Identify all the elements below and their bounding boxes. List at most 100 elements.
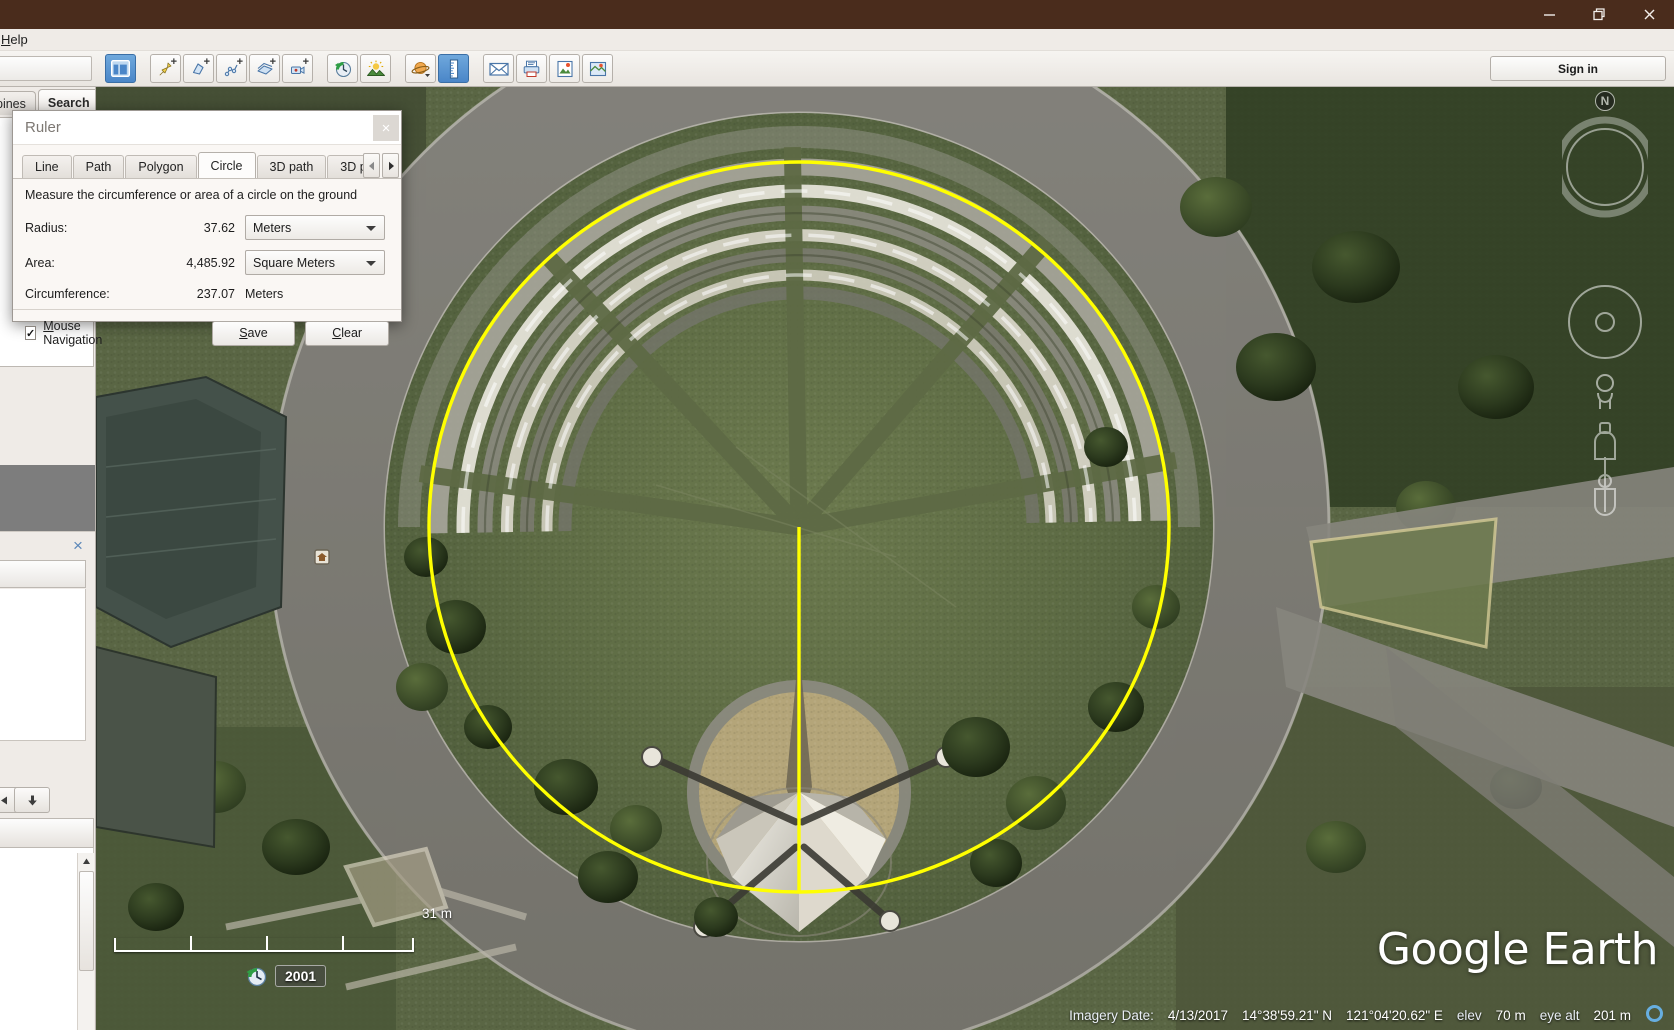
triangle-up-icon [83,858,90,864]
planet-icon [411,61,430,77]
print-button[interactable] [516,54,547,83]
ruler-close-icon[interactable]: × [373,115,399,141]
toolbar-group-planet [404,54,470,83]
sidebar-panel-icon [111,60,130,77]
sidebar-places-panel: × [0,531,95,770]
plus-badge: + [236,56,243,68]
ruler-body: Measure the circumference or area of a c… [13,179,401,305]
sidebar-places-list [0,589,86,741]
save-mnemonic: S [239,326,248,340]
menu-item-help[interactable]: Help [0,31,34,48]
eye-altitude-label: eye alt [1539,1007,1580,1023]
email-button[interactable] [483,54,514,83]
google-earth-watermark: Google Earth [1376,924,1659,975]
add-path-button[interactable]: + [216,54,247,83]
ruler-row-circumference: Circumference: 237.07 Meters [25,283,389,305]
scale-tick [266,936,268,950]
save-image-icon [556,60,573,77]
ruler-tabs-next-button[interactable] [382,153,399,178]
sidebar-toggle-button[interactable] [105,54,136,83]
toolbar-address-field[interactable] [0,56,92,81]
scale-bar-line [114,936,414,952]
circumference-value: 237.07 [196,287,235,301]
minimize-button[interactable] [1524,0,1574,29]
chevron-down-icon [366,261,376,266]
area-unit-label: Square Meters [253,255,335,270]
ruler-tab-circle[interactable]: Circle [197,152,256,178]
printer-icon [523,60,540,77]
circumference-unit: Meters [245,287,284,301]
toolbar-group-time [326,54,392,83]
view-in-maps-button[interactable] [582,54,613,83]
ruler-tab-strip: Line Path Polygon Circle 3D path 3D poly [13,152,401,179]
chevron-right-icon [388,161,394,170]
clock-icon [334,61,351,77]
historical-imagery-indicator[interactable]: 2001 [244,964,327,988]
menu-help-rest: elp [10,32,28,47]
record-tour-button[interactable]: + [282,54,313,83]
mouse-navigation-checkbox[interactable]: ✓ Mouse Navigation [25,319,117,347]
historical-imagery-button[interactable] [327,54,358,83]
status-bar: Imagery Date: 4/13/2017 14°38'59.21" N 1… [96,1000,1674,1030]
sidebar-scrollbar[interactable] [77,853,94,1030]
save-button[interactable]: Save [211,320,296,346]
scroll-up-button[interactable] [78,853,95,870]
radius-label: Radius: [25,220,68,235]
clear-button[interactable]: Clear [305,320,389,346]
ruler-row-area: Area: 4,485.92 Square Meters [25,248,389,277]
ruler-tab-3d-path[interactable]: 3D path [256,155,327,178]
area-unit-select[interactable]: Square Meters [245,250,385,275]
compass-north-button[interactable]: N [1595,91,1615,111]
plus-badge: + [203,56,210,68]
add-image-overlay-button[interactable]: + [249,54,280,83]
toolbar-group-share [482,54,614,83]
elevation-label: elev [1456,1007,1482,1023]
nav-controls-svg [1554,116,1656,516]
radius-unit-select[interactable]: Meters [245,215,385,240]
scale-tick [190,936,192,950]
imagery-date-label: Imagery Date: [1069,1007,1154,1023]
add-placemark-button[interactable]: + [150,54,181,83]
elevation-value: 70 m [1495,1007,1526,1023]
radius-value: 37.62 [203,220,235,235]
add-polygon-button[interactable]: + [183,54,214,83]
close-button[interactable] [1624,0,1674,29]
sidebar-next-button[interactable] [14,787,50,813]
maximize-button[interactable] [1574,0,1624,29]
latitude-readout: 14°38'59.21" N [1241,1007,1333,1023]
scrollbar-thumb[interactable] [79,871,94,971]
history-clock-icon [246,967,267,987]
sidebar-layers-header[interactable] [0,818,94,848]
checkbox-check-icon: ✓ [25,326,37,340]
imagery-date-value: 4/13/2017 [1167,1007,1228,1023]
ruler-row-radius: Radius: 37.62 Meters [25,213,389,242]
envelope-icon [488,62,509,76]
ruler-tab-polygon[interactable]: Polygon [125,155,197,178]
sidebar-filter-field[interactable] [0,560,86,588]
title-bar [0,0,1674,29]
plus-badge: + [269,56,276,68]
menu-bar: Help [0,29,1674,51]
ruler-tab-path[interactable]: Path [72,155,125,178]
sign-in-button[interactable]: Sign in [1490,56,1666,81]
navigation-controls[interactable]: N [1554,87,1656,527]
view-in-maps-icon [589,61,606,76]
historical-imagery-year[interactable]: 2001 [275,965,327,987]
ruler-footer: ✓ Mouse Navigation Save Clear [13,310,401,347]
sun-landscape-icon [366,60,385,76]
main-toolbar: + + + + + Sign in [0,51,1674,87]
ruler-title-bar[interactable]: Ruler × [13,111,401,145]
area-label: Area: [25,255,55,270]
switch-planet-button[interactable] [405,54,436,83]
map-placemark-icon [314,549,330,565]
ruler-tabs-prev-button[interactable] [363,153,380,178]
clear-mnemonic: C [332,326,342,340]
clear-rest: lear [341,326,363,340]
plus-badge: + [170,56,177,68]
ruler-button[interactable] [438,54,469,83]
sunlight-button[interactable] [360,54,391,83]
ruler-title-text: Ruler [25,119,61,136]
ruler-tab-line[interactable]: Line [22,155,72,178]
save-image-button[interactable] [549,54,580,83]
sidebar-close-icon[interactable]: × [70,537,86,554]
